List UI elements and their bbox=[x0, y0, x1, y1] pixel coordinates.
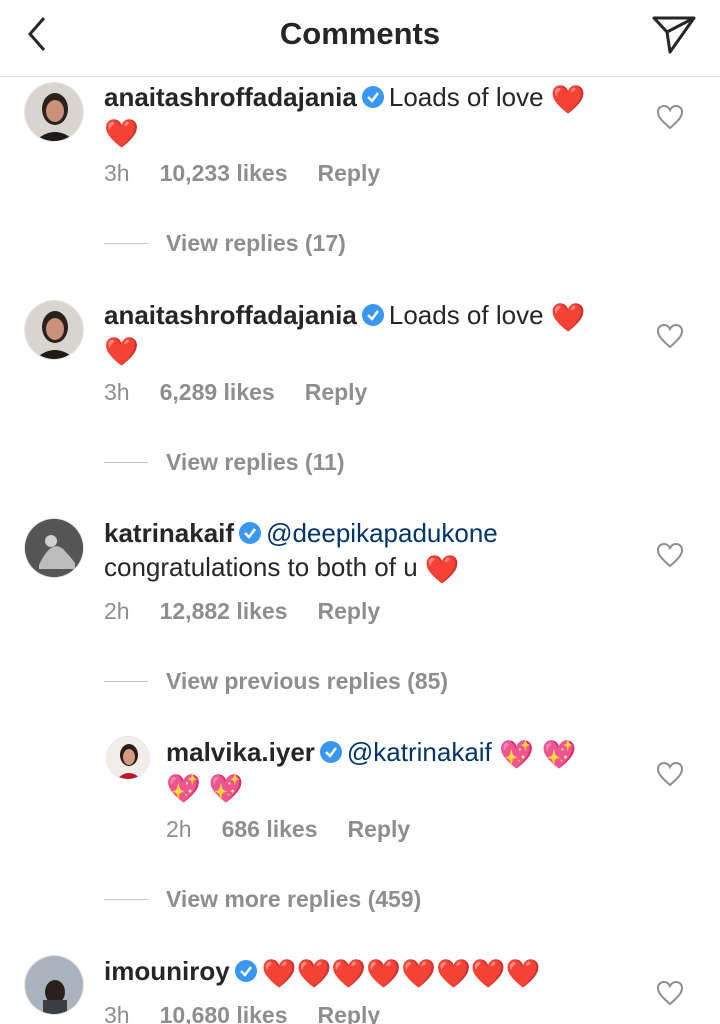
heart-outline-icon[interactable] bbox=[656, 323, 684, 349]
likes-count[interactable]: 12,882 likes bbox=[160, 598, 288, 624]
page-title: Comments bbox=[279, 16, 441, 51]
comment-meta: 3h 6,289 likes Reply bbox=[104, 379, 397, 406]
reply-time: 2h bbox=[166, 816, 192, 842]
avatar[interactable] bbox=[24, 300, 84, 360]
likes-count[interactable]: 686 likes bbox=[222, 816, 318, 842]
comment-text: anaitashroffadajania Loads of love ❤️ ❤️ bbox=[104, 80, 624, 148]
verified-badge-icon bbox=[239, 522, 262, 544]
comment-text: anaitashroffadajania Loads of love ❤️ ❤️ bbox=[104, 298, 624, 366]
reply-button[interactable]: Reply bbox=[318, 160, 381, 186]
reply-username[interactable]: malvika.iyer bbox=[166, 737, 315, 767]
mention-link[interactable]: @katrinakaif bbox=[347, 737, 492, 767]
comment-username[interactable]: anaitashroffadajania bbox=[104, 82, 357, 112]
comment-time: 2h bbox=[104, 598, 130, 624]
view-replies-label: View previous replies (85) bbox=[166, 668, 449, 694]
comment-username[interactable]: imouniroy bbox=[104, 956, 230, 986]
heart-emoji: ❤️❤️❤️❤️❤️❤️❤️❤️ bbox=[261, 958, 541, 989]
likes-count[interactable]: 6,289 likes bbox=[160, 379, 275, 405]
view-replies-link[interactable]: View replies (11) bbox=[104, 449, 345, 476]
heart-emoji: ❤️ bbox=[550, 84, 586, 115]
verified-badge-icon bbox=[319, 741, 342, 763]
divider-line bbox=[104, 243, 148, 244]
view-more-label: View more replies (459) bbox=[166, 886, 422, 912]
reply-text: malvika.iyer @katrinakaif 💖 💖 💖 💖 bbox=[166, 735, 626, 803]
comment-username[interactable]: katrinakaif bbox=[104, 518, 234, 548]
heart-emoji: ❤️ bbox=[104, 336, 139, 367]
comment-meta: 2h 12,882 likes Reply bbox=[104, 598, 410, 625]
heart-outline-icon[interactable] bbox=[656, 980, 684, 1006]
verified-badge-icon bbox=[361, 86, 384, 108]
reply-button[interactable]: Reply bbox=[318, 1002, 381, 1024]
comment-body: Loads of love bbox=[388, 82, 544, 112]
comment-body: Loads of love bbox=[388, 300, 544, 330]
mention-link[interactable]: @deepikapadukone bbox=[266, 518, 498, 548]
comment-time: 3h bbox=[104, 379, 130, 405]
likes-count[interactable]: 10,680 likes bbox=[160, 1002, 288, 1024]
header-bar: Comments bbox=[0, 0, 720, 77]
view-replies-label: View replies (17) bbox=[166, 230, 346, 256]
heart-emoji: ❤️ bbox=[550, 302, 586, 333]
comment-text: imouniroy ❤️❤️❤️❤️❤️❤️❤️❤️ bbox=[104, 954, 624, 988]
heart-outline-icon[interactable] bbox=[656, 542, 684, 568]
reply-button[interactable]: Reply bbox=[348, 816, 411, 842]
comment-username[interactable]: anaitashroffadajania bbox=[104, 300, 357, 330]
avatar[interactable] bbox=[106, 736, 150, 780]
comment-body: congratulations to both of u bbox=[104, 552, 418, 582]
comment-text: katrinakaif @deepikapadukone congratulati… bbox=[104, 516, 624, 584]
avatar[interactable] bbox=[24, 82, 84, 142]
divider-line bbox=[104, 462, 148, 463]
sparkling-heart-emoji: 💖 💖 bbox=[166, 773, 244, 804]
avatar[interactable] bbox=[24, 955, 84, 1015]
heart-outline-icon[interactable] bbox=[656, 104, 684, 130]
verified-badge-icon bbox=[361, 304, 384, 326]
heart-emoji: ❤️ bbox=[424, 554, 460, 585]
divider-line bbox=[104, 899, 148, 900]
view-previous-replies-link[interactable]: View previous replies (85) bbox=[104, 668, 448, 695]
view-replies-label: View replies (11) bbox=[166, 449, 345, 475]
heart-emoji: ❤️ bbox=[104, 118, 139, 149]
view-replies-link[interactable]: View replies (17) bbox=[104, 230, 346, 257]
comment-time: 3h bbox=[104, 1002, 130, 1024]
comment-time: 3h bbox=[104, 160, 130, 186]
paper-plane-icon[interactable] bbox=[650, 12, 698, 56]
avatar[interactable] bbox=[24, 518, 84, 578]
comment-meta: 3h 10,233 likes Reply bbox=[104, 160, 410, 187]
divider-line bbox=[104, 681, 148, 682]
likes-count[interactable]: 10,233 likes bbox=[160, 160, 288, 186]
comment-meta: 3h 10,680 likes Reply bbox=[104, 1002, 410, 1024]
view-more-replies-link[interactable]: View more replies (459) bbox=[104, 886, 421, 913]
sparkling-heart-emoji: 💖 💖 bbox=[499, 739, 577, 770]
reply-meta: 2h 686 likes Reply bbox=[166, 816, 440, 843]
reply-button[interactable]: Reply bbox=[318, 598, 381, 624]
heart-outline-icon[interactable] bbox=[656, 761, 684, 787]
reply-button[interactable]: Reply bbox=[305, 379, 368, 405]
verified-badge-icon bbox=[234, 960, 257, 982]
